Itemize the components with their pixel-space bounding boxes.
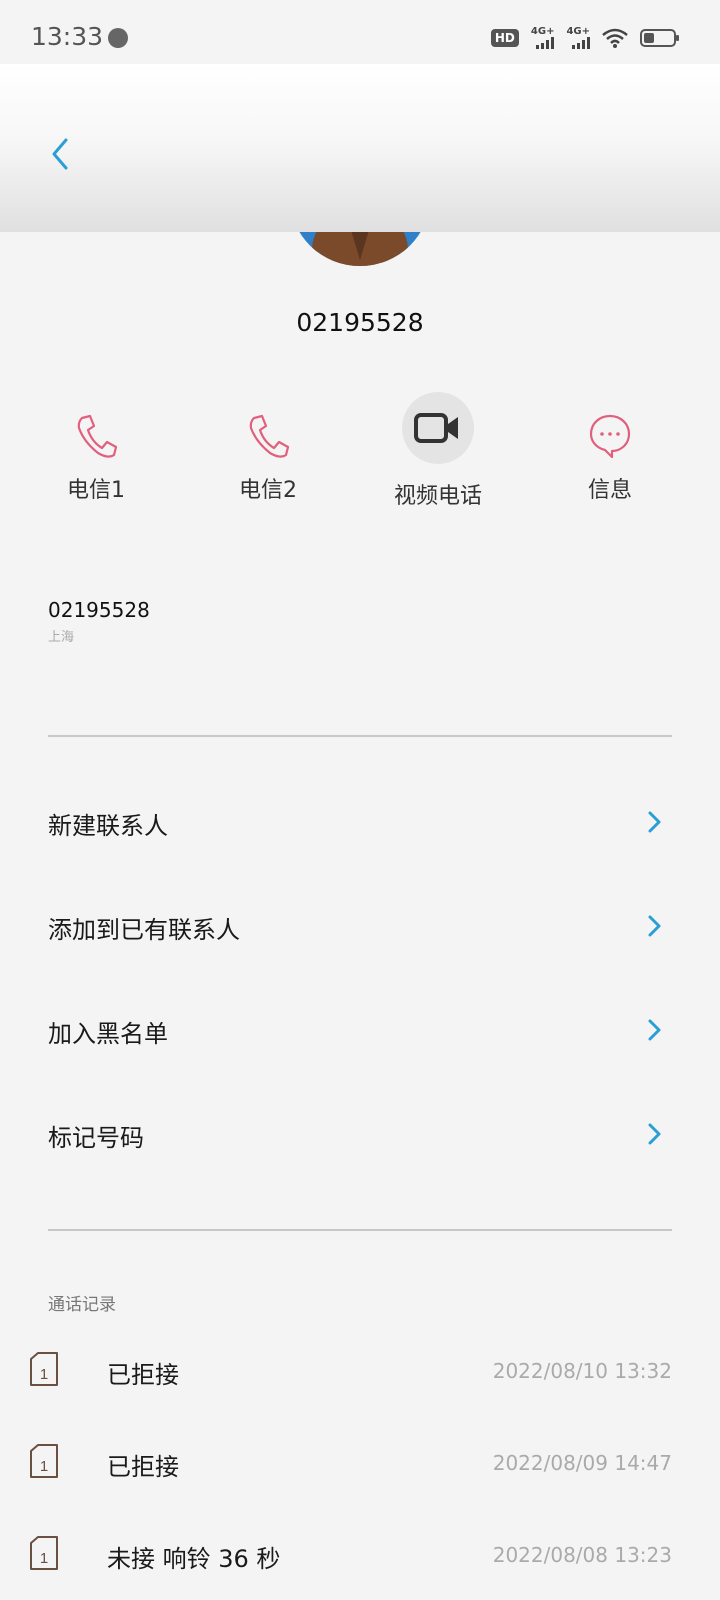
sim-card-icon: 1 [30,1444,58,1478]
call-status: 已拒接 [107,1361,179,1389]
phone-icon [77,414,118,458]
action-label: 电信2 [239,478,297,503]
add-to-existing-contact-item[interactable]: 添加到已有联系人 [0,876,720,976]
sim1-signal-icon: 4G+ [531,27,555,49]
battery-icon [640,29,679,47]
call-time: 2022/08/10 13:32 [492,1359,672,1383]
menu-label: 标记号码 [48,1124,144,1152]
message-bubble-icon [589,414,631,459]
add-to-blacklist-item[interactable]: 加入黑名单 [0,980,720,1080]
mark-number-item[interactable]: 标记号码 [0,1084,720,1184]
sim2-signal-icon: 4G+ [566,27,590,49]
sim-card-icon: 1 [30,1536,58,1570]
menu-label: 新建联系人 [48,812,168,840]
hd-voice-icon: HD [490,29,519,47]
message-button[interactable]: 信息 [540,400,680,504]
status-bar: 13:33 HD 4G+ 4G+ [0,0,720,64]
call-status: 已拒接 [107,1453,179,1481]
number-location: 上海 [48,630,75,645]
action-label: 信息 [587,478,632,503]
number-text: 02195528 [48,598,150,622]
call-log-entry[interactable]: 1 未接 响铃 36 秒 2022/08/08 13:23 [0,1513,720,1600]
chevron-left-icon [52,138,68,170]
call-log-entry[interactable]: 1 已拒接 2022/08/10 13:32 [0,1329,720,1419]
app-notification-icon [108,28,128,48]
chevron-right-icon [648,1123,661,1145]
action-label: 电信1 [67,478,125,503]
divider [48,735,672,737]
wifi-icon [602,28,628,48]
header [0,64,720,232]
contact-number: 02195528 [296,308,424,337]
divider [48,1229,672,1231]
call-status: 未接 响铃 36 秒 [107,1545,281,1573]
sim-card-icon: 1 [30,1352,58,1386]
status-icons: HD 4G+ 4G+ [490,24,679,52]
status-time: 13:33 [31,22,104,51]
action-label: 视频电话 [393,484,482,509]
call-time: 2022/08/09 14:47 [492,1451,672,1475]
video-call-button[interactable]: 视频电话 [368,392,508,510]
svg-text:1: 1 [40,1550,48,1567]
svg-text:1: 1 [40,1458,48,1475]
chevron-right-icon [648,811,661,833]
phone-icon [249,414,290,458]
video-camera-icon [414,413,458,443]
call-time: 2022/08/08 13:23 [492,1543,672,1567]
call-log-entry[interactable]: 1 已拒接 2022/08/09 14:47 [0,1421,720,1511]
number-info[interactable]: 02195528 上海 [48,598,150,645]
menu-label: 添加到已有联系人 [48,916,240,944]
back-button[interactable] [46,134,76,174]
call-log-title: 通话记录 [48,1295,116,1315]
new-contact-item[interactable]: 新建联系人 [0,772,720,872]
chevron-right-icon [648,1019,661,1041]
chevron-right-icon [648,915,661,937]
menu-label: 加入黑名单 [48,1020,168,1048]
svg-text:1: 1 [40,1366,48,1383]
call-sim2-button[interactable]: 电信2 [198,400,338,504]
call-sim1-button[interactable]: 电信1 [26,400,166,504]
